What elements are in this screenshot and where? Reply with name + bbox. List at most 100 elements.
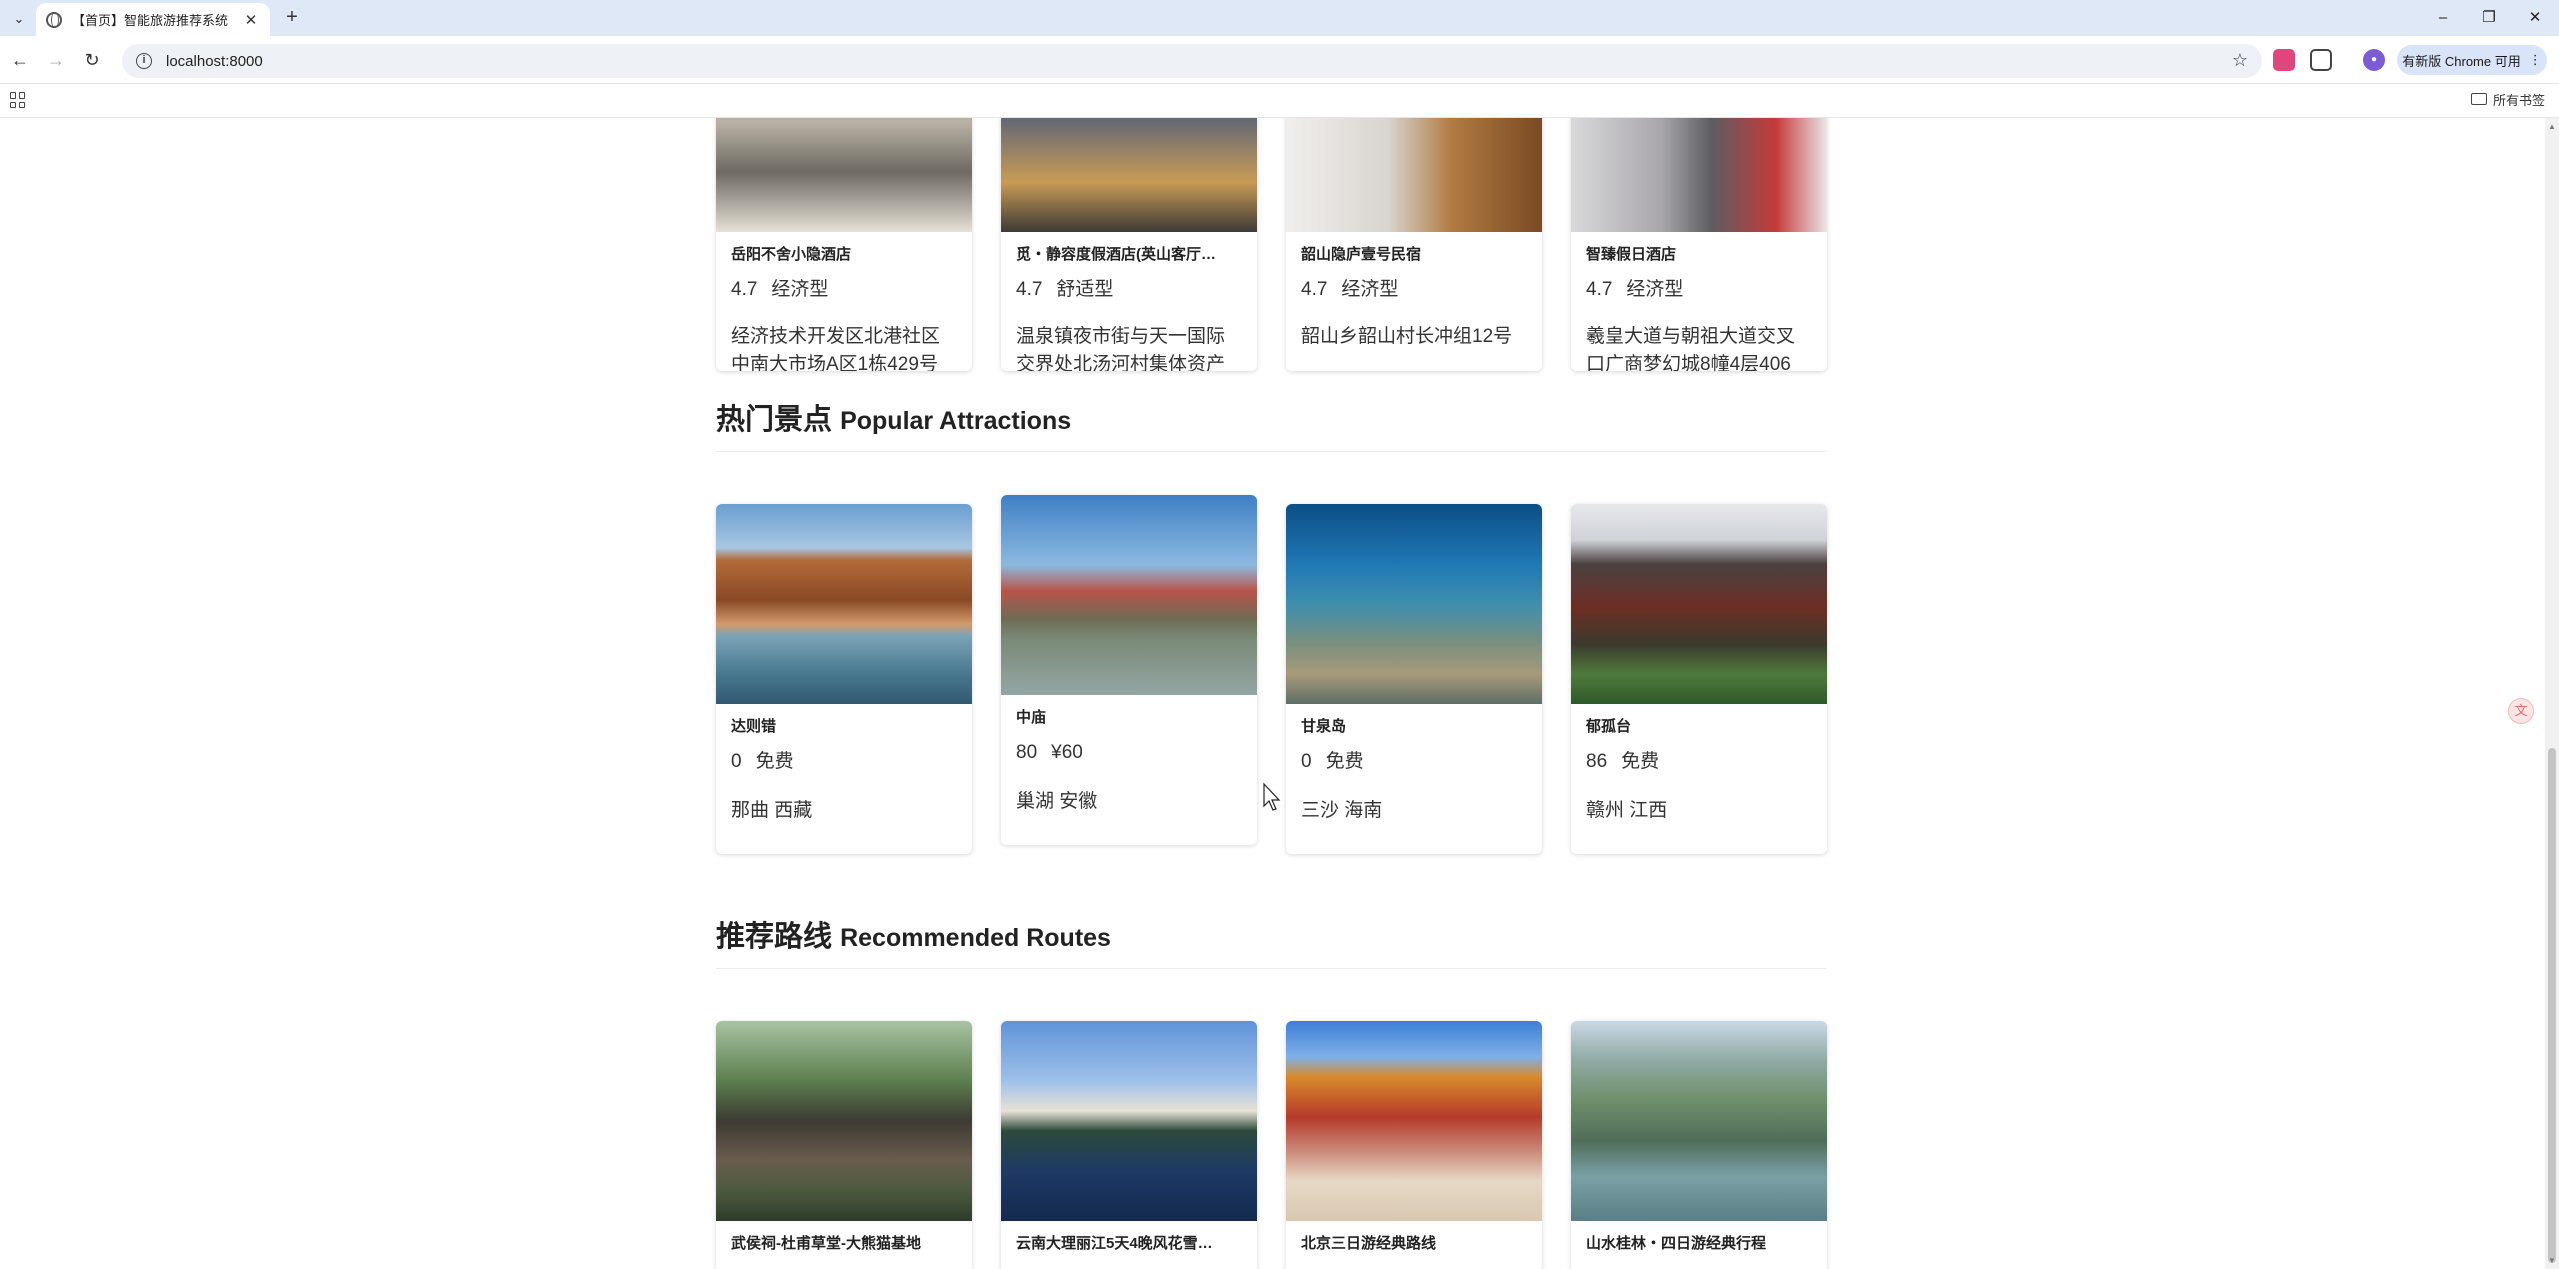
- close-tab-icon[interactable]: ✕: [242, 11, 260, 29]
- bookmark-star-icon[interactable]: ☆: [2232, 50, 2248, 71]
- hotel-meta: 4.7 经济型: [731, 277, 957, 303]
- routes-heading: 推荐路线 Recommended Routes: [716, 913, 1111, 955]
- new-tab-button[interactable]: +: [280, 6, 304, 30]
- scrollbar-thumb[interactable]: [2548, 748, 2556, 1263]
- scroll-down-icon[interactable]: ▼: [2548, 1256, 2556, 1265]
- update-label: 有新版 Chrome 可用: [2402, 53, 2521, 69]
- attraction-location: 赣州 江西: [1586, 800, 1668, 821]
- hotel-meta: 4.7 经济型: [1301, 277, 1527, 303]
- tab-search-icon[interactable]: ⌄: [8, 8, 30, 30]
- scroll-up-icon[interactable]: ▲: [2548, 122, 2556, 131]
- hotel-type: 舒适型: [1056, 279, 1114, 300]
- reload-button[interactable]: ↻: [80, 48, 104, 72]
- attraction-card[interactable]: 达则错 0 免费 那曲 西藏: [716, 504, 972, 854]
- hotel-rating: 4.7: [1301, 279, 1328, 300]
- attraction-card[interactable]: 中庙 80 ¥60 巢湖 安徽: [1001, 495, 1257, 845]
- routes-heading-cn: 推荐路线: [716, 921, 833, 953]
- chrome-update-button[interactable]: 有新版 Chrome 可用 ⋮: [2397, 45, 2547, 75]
- attraction-image: [1286, 504, 1542, 704]
- tab-strip: [0, 0, 2559, 36]
- attraction-price: 免费: [1621, 751, 1660, 772]
- minimize-button[interactable]: –: [2421, 4, 2465, 32]
- hotel-image: [1571, 118, 1827, 232]
- hotel-name: 岳阳不舍小隐酒店: [731, 246, 852, 263]
- all-bookmarks-button[interactable]: 所有书签: [2470, 88, 2545, 110]
- hotel-card[interactable]: 韶山隐庐壹号民宿 4.7 经济型 韶山乡韶山村长冲组12号: [1286, 118, 1542, 371]
- hotel-meta: 4.7 舒适型: [1016, 277, 1242, 303]
- attraction-location: 三沙 海南: [1301, 800, 1383, 821]
- translate-icon[interactable]: 文: [2508, 698, 2534, 724]
- restore-button[interactable]: ❐: [2467, 4, 2511, 32]
- active-tab[interactable]: 【首页】智能旅游推荐系统 ✕: [36, 3, 270, 36]
- route-image: [716, 1021, 972, 1221]
- attractions-heading-en: Popular Attractions: [840, 407, 1072, 435]
- hotel-name: 韶山隐庐壹号民宿: [1301, 246, 1422, 263]
- page-scrollbar[interactable]: ▲ ▼: [2545, 118, 2559, 1269]
- attraction-name: 郁孤台: [1586, 718, 1632, 735]
- attraction-price: 免费: [755, 751, 794, 772]
- attraction-card[interactable]: 甘泉岛 0 免费 三沙 海南: [1286, 504, 1542, 854]
- hotel-address: 羲皇大道与朝祖大道交叉口广商梦幻城8幢4层406: [1586, 326, 1796, 371]
- attraction-meta: 0 免费: [1301, 749, 1527, 775]
- attraction-meta: 80 ¥60: [1016, 740, 1242, 766]
- hotel-name: 智臻假日酒店: [1586, 246, 1677, 263]
- attraction-card[interactable]: 郁孤台 86 免费 赣州 江西: [1571, 504, 1827, 854]
- extension-icon[interactable]: [2273, 49, 2295, 71]
- attraction-rating: 0: [1301, 751, 1312, 772]
- route-image: [1286, 1021, 1542, 1221]
- route-card[interactable]: 山水桂林・四日游经典行程: [1571, 1021, 1827, 1269]
- attraction-meta: 0 免费: [731, 749, 957, 775]
- close-window-button[interactable]: ✕: [2513, 4, 2557, 32]
- hotel-card[interactable]: 智臻假日酒店 4.7 经济型 羲皇大道与朝祖大道交叉口广商梦幻城8幢4层406: [1571, 118, 1827, 371]
- attraction-location: 那曲 西藏: [731, 800, 813, 821]
- forward-button[interactable]: →: [44, 48, 68, 72]
- hotel-card[interactable]: 觅・静容度假酒店(英山客厅… 4.7 舒适型 温泉镇夜市街与天一国际交界处北汤河村…: [1001, 118, 1257, 371]
- attraction-rating: 0: [731, 751, 742, 772]
- hotel-image: [716, 118, 972, 232]
- attraction-name: 中庙: [1016, 709, 1047, 726]
- attraction-price: 免费: [1325, 751, 1364, 772]
- mouse-cursor-icon: [1263, 782, 1281, 811]
- attraction-meta: 86 免费: [1586, 749, 1812, 775]
- section-divider: [716, 451, 1826, 452]
- attraction-image: [1571, 504, 1827, 704]
- attractions-heading-cn: 热门景点: [716, 404, 833, 436]
- hotel-rating: 4.7: [1586, 279, 1613, 300]
- address-bar[interactable]: i localhost:8000 ☆: [122, 44, 2262, 78]
- attraction-price: ¥60: [1051, 742, 1083, 763]
- extensions-puzzle-icon[interactable]: [2310, 49, 2332, 71]
- hotel-image: [1286, 118, 1542, 232]
- hotel-image: [1001, 118, 1257, 232]
- hotel-card[interactable]: 岳阳不舍小隐酒店 4.7 经济型 经济技术开发区北港社区中南大市场A区1栋429号: [716, 118, 972, 371]
- route-card[interactable]: 北京三日游经典路线: [1286, 1021, 1542, 1269]
- hotel-meta: 4.7 经济型: [1586, 277, 1812, 303]
- section-divider: [716, 968, 1826, 969]
- attraction-image: [1001, 495, 1257, 695]
- url-text: localhost:8000: [166, 52, 263, 70]
- globe-icon: [46, 11, 62, 28]
- route-name: 北京三日游经典路线: [1301, 1235, 1437, 1252]
- page-viewport: 岳阳不舍小隐酒店 4.7 经济型 经济技术开发区北港社区中南大市场A区1栋429号…: [0, 118, 2545, 1269]
- hotel-type: 经济型: [771, 279, 829, 300]
- hotel-rating: 4.7: [1016, 279, 1043, 300]
- attraction-name: 甘泉岛: [1301, 718, 1347, 735]
- route-card[interactable]: 云南大理丽江5天4晚风花雪…: [1001, 1021, 1257, 1269]
- attraction-rating: 86: [1586, 751, 1608, 772]
- profile-avatar[interactable]: ●: [2363, 49, 2385, 71]
- tab-title: 【首页】智能旅游推荐系统: [72, 13, 229, 28]
- hotel-address: 韶山乡韶山村长冲组12号: [1301, 326, 1513, 347]
- attraction-location: 巢湖 安徽: [1016, 791, 1098, 812]
- route-name: 武侯祠-杜甫草堂-大熊猫基地: [731, 1235, 921, 1252]
- hotel-address: 温泉镇夜市街与天一国际交界处北汤河村集体资产: [1016, 326, 1226, 371]
- bookmarks-bar: [0, 84, 2559, 118]
- apps-grid-icon[interactable]: [10, 92, 26, 108]
- back-button[interactable]: ←: [8, 48, 32, 72]
- route-name: 云南大理丽江5天4晚风花雪…: [1016, 1235, 1213, 1252]
- site-info-icon[interactable]: i: [136, 53, 152, 69]
- attractions-heading: 热门景点 Popular Attractions: [716, 396, 1071, 438]
- folder-icon: [2470, 93, 2487, 105]
- hotel-type: 经济型: [1626, 279, 1684, 300]
- route-card[interactable]: 武侯祠-杜甫草堂-大熊猫基地: [716, 1021, 972, 1269]
- route-image: [1571, 1021, 1827, 1221]
- more-menu-icon[interactable]: ⋮: [2529, 52, 2542, 68]
